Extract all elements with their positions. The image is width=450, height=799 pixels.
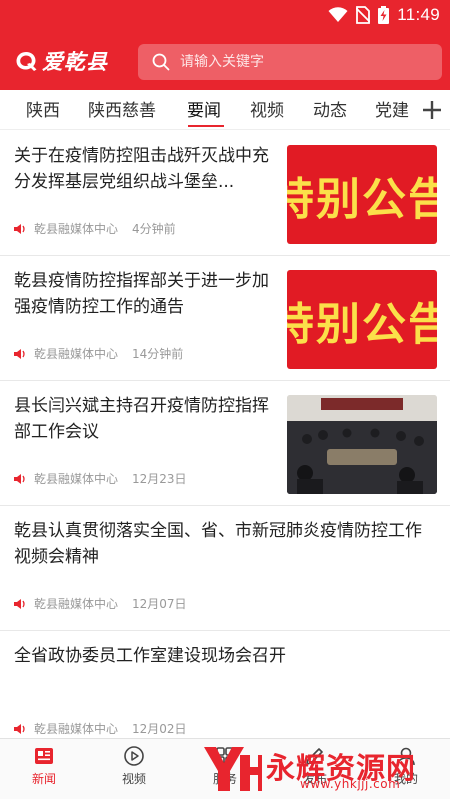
news-meta: 乾县融媒体中心 4分钟前 xyxy=(14,220,176,237)
search-input[interactable] xyxy=(180,54,420,70)
news-title: 关于在疫情防控阻击战歼灭战中充分发挥基层党组织战斗堡垒... xyxy=(14,146,269,192)
news-meta: 乾县融媒体中心 12月07日 xyxy=(14,595,187,612)
play-icon xyxy=(124,746,144,766)
news-source: 乾县融媒体中心 xyxy=(34,222,119,236)
add-channel-button[interactable] xyxy=(414,90,450,129)
status-bar: 11:49 xyxy=(0,0,450,32)
news-meta: 乾县融媒体中心 12月23日 xyxy=(14,470,187,487)
news-title: 乾县认真贯彻落实全国、省、市新冠肺炎疫情防控工作视频会精神 xyxy=(14,521,422,567)
tab-shaanxi-charity[interactable]: 陕西慈善 xyxy=(88,96,156,121)
tab-video[interactable]: 视频 xyxy=(250,96,284,121)
nav-news[interactable]: 新闻 xyxy=(14,745,74,787)
plus-icon xyxy=(423,100,441,119)
speaker-icon[interactable] xyxy=(14,598,26,609)
meeting-photo-illustration xyxy=(287,395,437,494)
speaker-icon[interactable] xyxy=(14,723,26,734)
news-source: 乾县融媒体中心 xyxy=(34,722,119,736)
speaker-icon[interactable] xyxy=(14,473,26,484)
news-source: 乾县融媒体中心 xyxy=(34,347,119,361)
news-thumbnail-meeting-photo xyxy=(287,395,437,494)
nav-news-label: 新闻 xyxy=(31,772,56,786)
speaker-icon[interactable] xyxy=(14,223,26,234)
status-time: 11:49 xyxy=(397,5,440,24)
news-time: 4分钟前 xyxy=(132,222,176,236)
news-source: 乾县融媒体中心 xyxy=(34,472,119,486)
news-item[interactable]: 县长闫兴斌主持召开疫情防控指挥部工作会议 乾县融媒体中心 12月23日 xyxy=(0,381,450,506)
status-icons: 11:49 xyxy=(328,5,440,25)
tab-shaanxi[interactable]: 陕西 xyxy=(26,96,60,121)
speaker-icon[interactable] xyxy=(14,348,26,359)
news-title: 全省政协委员工作室建设现场会召开 xyxy=(14,646,286,666)
thumbnail-text: 特别公告 xyxy=(287,173,437,225)
logo-text: 爱乾县 xyxy=(42,49,108,74)
news-item[interactable]: 乾县疫情防控指挥部关于进一步加强疫情防控工作的通告 乾县融媒体中心 14分钟前 … xyxy=(0,256,450,381)
news-title: 县长闫兴斌主持召开疫情防控指挥部工作会议 xyxy=(14,396,269,442)
active-tab-indicator xyxy=(188,125,224,127)
news-source: 乾县融媒体中心 xyxy=(34,597,119,611)
news-meta: 乾县融媒体中心 12月02日 xyxy=(14,720,187,737)
news-meta: 乾县融媒体中心 14分钟前 xyxy=(14,345,183,362)
news-icon xyxy=(35,748,53,764)
news-thumbnail: 特别公告 xyxy=(287,145,437,244)
news-item[interactable]: 乾县认真贯彻落实全国、省、市新冠肺炎疫情防控工作视频会精神 乾县融媒体中心 12… xyxy=(0,506,450,631)
app-bar: 爱乾县 xyxy=(0,32,450,90)
news-item[interactable]: 关于在疫情防控阻击战歼灭战中充分发挥基层党组织战斗堡垒... 乾县融媒体中心 4… xyxy=(0,131,450,256)
no-sim-icon xyxy=(356,6,371,24)
wifi-icon xyxy=(328,7,348,22)
nav-video-label: 视频 xyxy=(121,772,146,786)
nav-video[interactable]: 视频 xyxy=(104,745,164,787)
search-icon xyxy=(152,53,170,71)
app-logo[interactable]: 爱乾县 xyxy=(14,46,108,76)
tab-updates[interactable]: 动态 xyxy=(313,96,347,121)
news-time: 12月23日 xyxy=(132,472,187,486)
news-time: 14分钟前 xyxy=(132,347,184,361)
logo-q-icon xyxy=(16,52,37,71)
news-title: 乾县疫情防控指挥部关于进一步加强疫情防控工作的通告 xyxy=(14,271,269,317)
search-bar[interactable] xyxy=(138,44,442,80)
news-feed: 关于在疫情防控阻击战歼灭战中充分发挥基层党组织战斗堡垒... 乾县融媒体中心 4… xyxy=(0,131,450,756)
news-thumbnail: 特别公告 xyxy=(287,270,437,369)
tab-headlines[interactable]: 要闻 xyxy=(187,96,221,121)
news-time: 12月07日 xyxy=(132,597,187,611)
watermark-logo-icon xyxy=(204,747,262,791)
tab-party-building[interactable]: 党建 xyxy=(375,96,409,121)
watermark: 永辉资源网 www.yhkjjj.com xyxy=(200,740,450,796)
watermark-url: www.yhkjjj.com xyxy=(300,777,401,791)
thumbnail-text: 特别公告 xyxy=(287,298,437,350)
category-tabs: 陕西 陕西慈善 要闻 视频 动态 党建 xyxy=(0,90,450,130)
news-time: 12月02日 xyxy=(132,722,187,736)
battery-charging-icon xyxy=(378,6,390,24)
